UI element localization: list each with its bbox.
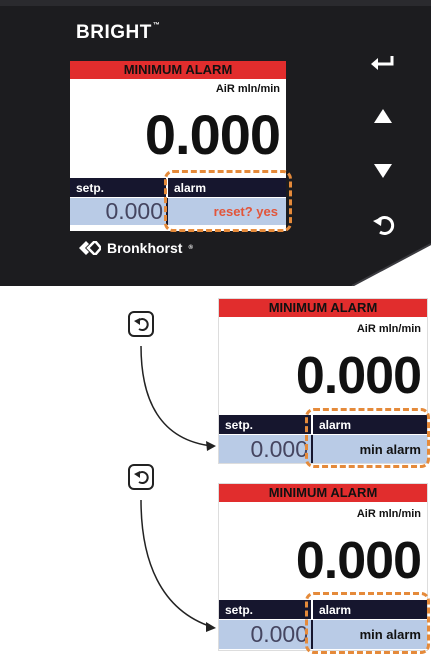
alarm-label: alarm [313,415,427,434]
unit-label: AiR mln/min [356,323,421,335]
alarm-label: alarm [313,600,427,619]
setpoint-value: 0.000 [219,435,311,463]
result-screen-2: MINIMUM ALARM AiR mln/min 0.000 setp. al… [218,483,428,651]
setpoint-value: 0.000 [219,620,311,649]
unit-label: AiR mln/min [356,508,421,520]
alarm-value: min alarm [313,620,427,649]
back-icon [134,471,149,485]
alarm-header: MINIMUM ALARM [219,299,427,317]
result-screen-1: MINIMUM ALARM AiR mln/min 0.000 setp. al… [218,298,428,464]
alarm-header: MINIMUM ALARM [219,484,427,502]
setpoint-label: setp. [219,600,311,619]
measured-value: 0.000 [295,532,422,590]
back-button-step-2[interactable] [128,464,154,490]
measured-value: 0.000 [295,347,422,405]
instruction-figure: BRIGHT™ MINIMUM ALARM AiR mln/min 0.000 … [0,0,431,658]
setpoint-label: setp. [219,415,311,434]
alarm-value: min alarm [313,435,427,463]
